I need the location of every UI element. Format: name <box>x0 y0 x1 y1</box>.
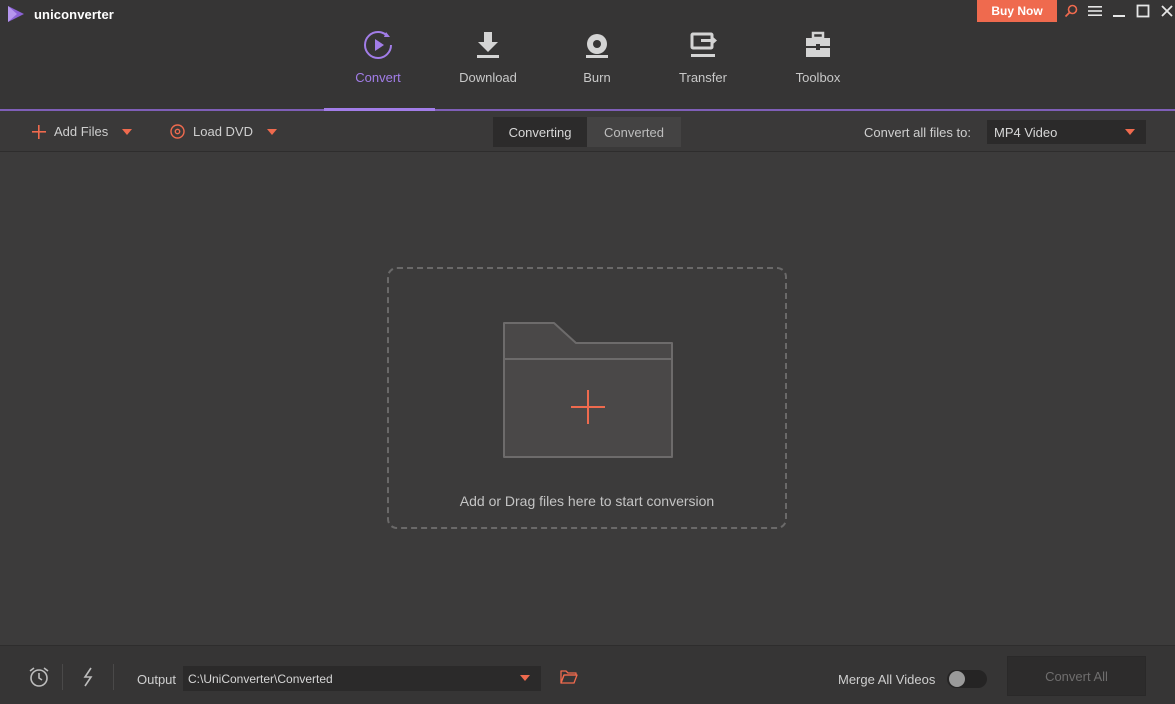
nav-toolbox-label: Toolbox <box>795 70 841 85</box>
nav-download-label: Download <box>459 70 517 85</box>
tab-converting[interactable]: Converting <box>493 117 587 147</box>
buy-now-button[interactable]: Buy Now <box>977 0 1057 22</box>
chevron-down-icon <box>520 675 530 681</box>
drop-zone-hint: Add or Drag files here to start conversi… <box>459 493 715 509</box>
toggle-knob <box>949 671 965 687</box>
nav-burn[interactable]: Burn <box>542 28 652 98</box>
nav-transfer[interactable]: Transfer <box>648 28 758 98</box>
convert-all-button[interactable]: Convert All <box>1007 656 1146 696</box>
convert-all-to-label: Convert all files to: <box>864 125 971 140</box>
tab-converted[interactable]: Converted <box>587 117 681 147</box>
top-bar: uniconverter Convert Download Burn Trans… <box>0 0 1175 111</box>
chevron-down-icon <box>1125 129 1135 135</box>
toolbox-icon <box>801 28 835 62</box>
chevron-down-icon[interactable] <box>122 128 133 135</box>
output-format-value: MP4 Video <box>994 124 1058 140</box>
load-dvd-button[interactable]: Load DVD <box>170 111 277 152</box>
chevron-down-icon[interactable] <box>266 128 277 135</box>
convert-icon <box>361 28 395 62</box>
open-folder-icon[interactable] <box>558 666 580 688</box>
menu-icon[interactable] <box>1086 2 1104 20</box>
dvd-icon <box>170 124 185 139</box>
add-files-label: Add Files <box>54 124 109 139</box>
nav-convert-label: Convert <box>355 70 401 85</box>
download-icon <box>471 28 505 62</box>
minimize-icon[interactable] <box>1110 2 1128 20</box>
divider <box>62 664 63 690</box>
add-files-button[interactable]: Add Files <box>32 111 133 152</box>
bottom-bar: Output C:\UniConverter\Converted Merge A… <box>0 645 1175 704</box>
close-icon[interactable] <box>1158 2 1175 20</box>
divider <box>113 664 114 690</box>
transfer-icon <box>686 28 720 62</box>
maximize-icon[interactable] <box>1134 2 1152 20</box>
nav-transfer-label: Transfer <box>679 70 727 85</box>
output-format-select[interactable]: MP4 Video <box>987 120 1146 144</box>
window-controls <box>1062 2 1175 20</box>
output-path-select[interactable]: C:\UniConverter\Converted <box>183 666 541 691</box>
merge-all-videos-label: Merge All Videos <box>838 672 936 687</box>
output-label: Output <box>137 672 177 687</box>
nav-burn-label: Burn <box>583 70 611 85</box>
burn-icon <box>580 28 614 62</box>
merge-all-videos-toggle[interactable] <box>947 670 987 688</box>
nav-toolbox[interactable]: Toolbox <box>763 28 873 98</box>
search-icon[interactable] <box>1062 2 1080 20</box>
output-path-value: C:\UniConverter\Converted <box>188 671 333 686</box>
nav-convert[interactable]: Convert <box>323 28 433 98</box>
lightning-icon[interactable] <box>77 666 99 688</box>
toolbar: Add Files Load DVD Converting Converted … <box>0 111 1175 152</box>
plus-icon <box>32 124 46 139</box>
file-drop-zone[interactable]: Add or Drag files here to start conversi… <box>387 267 787 529</box>
add-folder-icon[interactable] <box>500 319 676 461</box>
alarm-clock-icon[interactable] <box>28 666 50 688</box>
load-dvd-label: Load DVD <box>193 124 253 139</box>
nav-download[interactable]: Download <box>433 28 543 98</box>
conversion-tabs: Converting Converted <box>493 117 681 147</box>
